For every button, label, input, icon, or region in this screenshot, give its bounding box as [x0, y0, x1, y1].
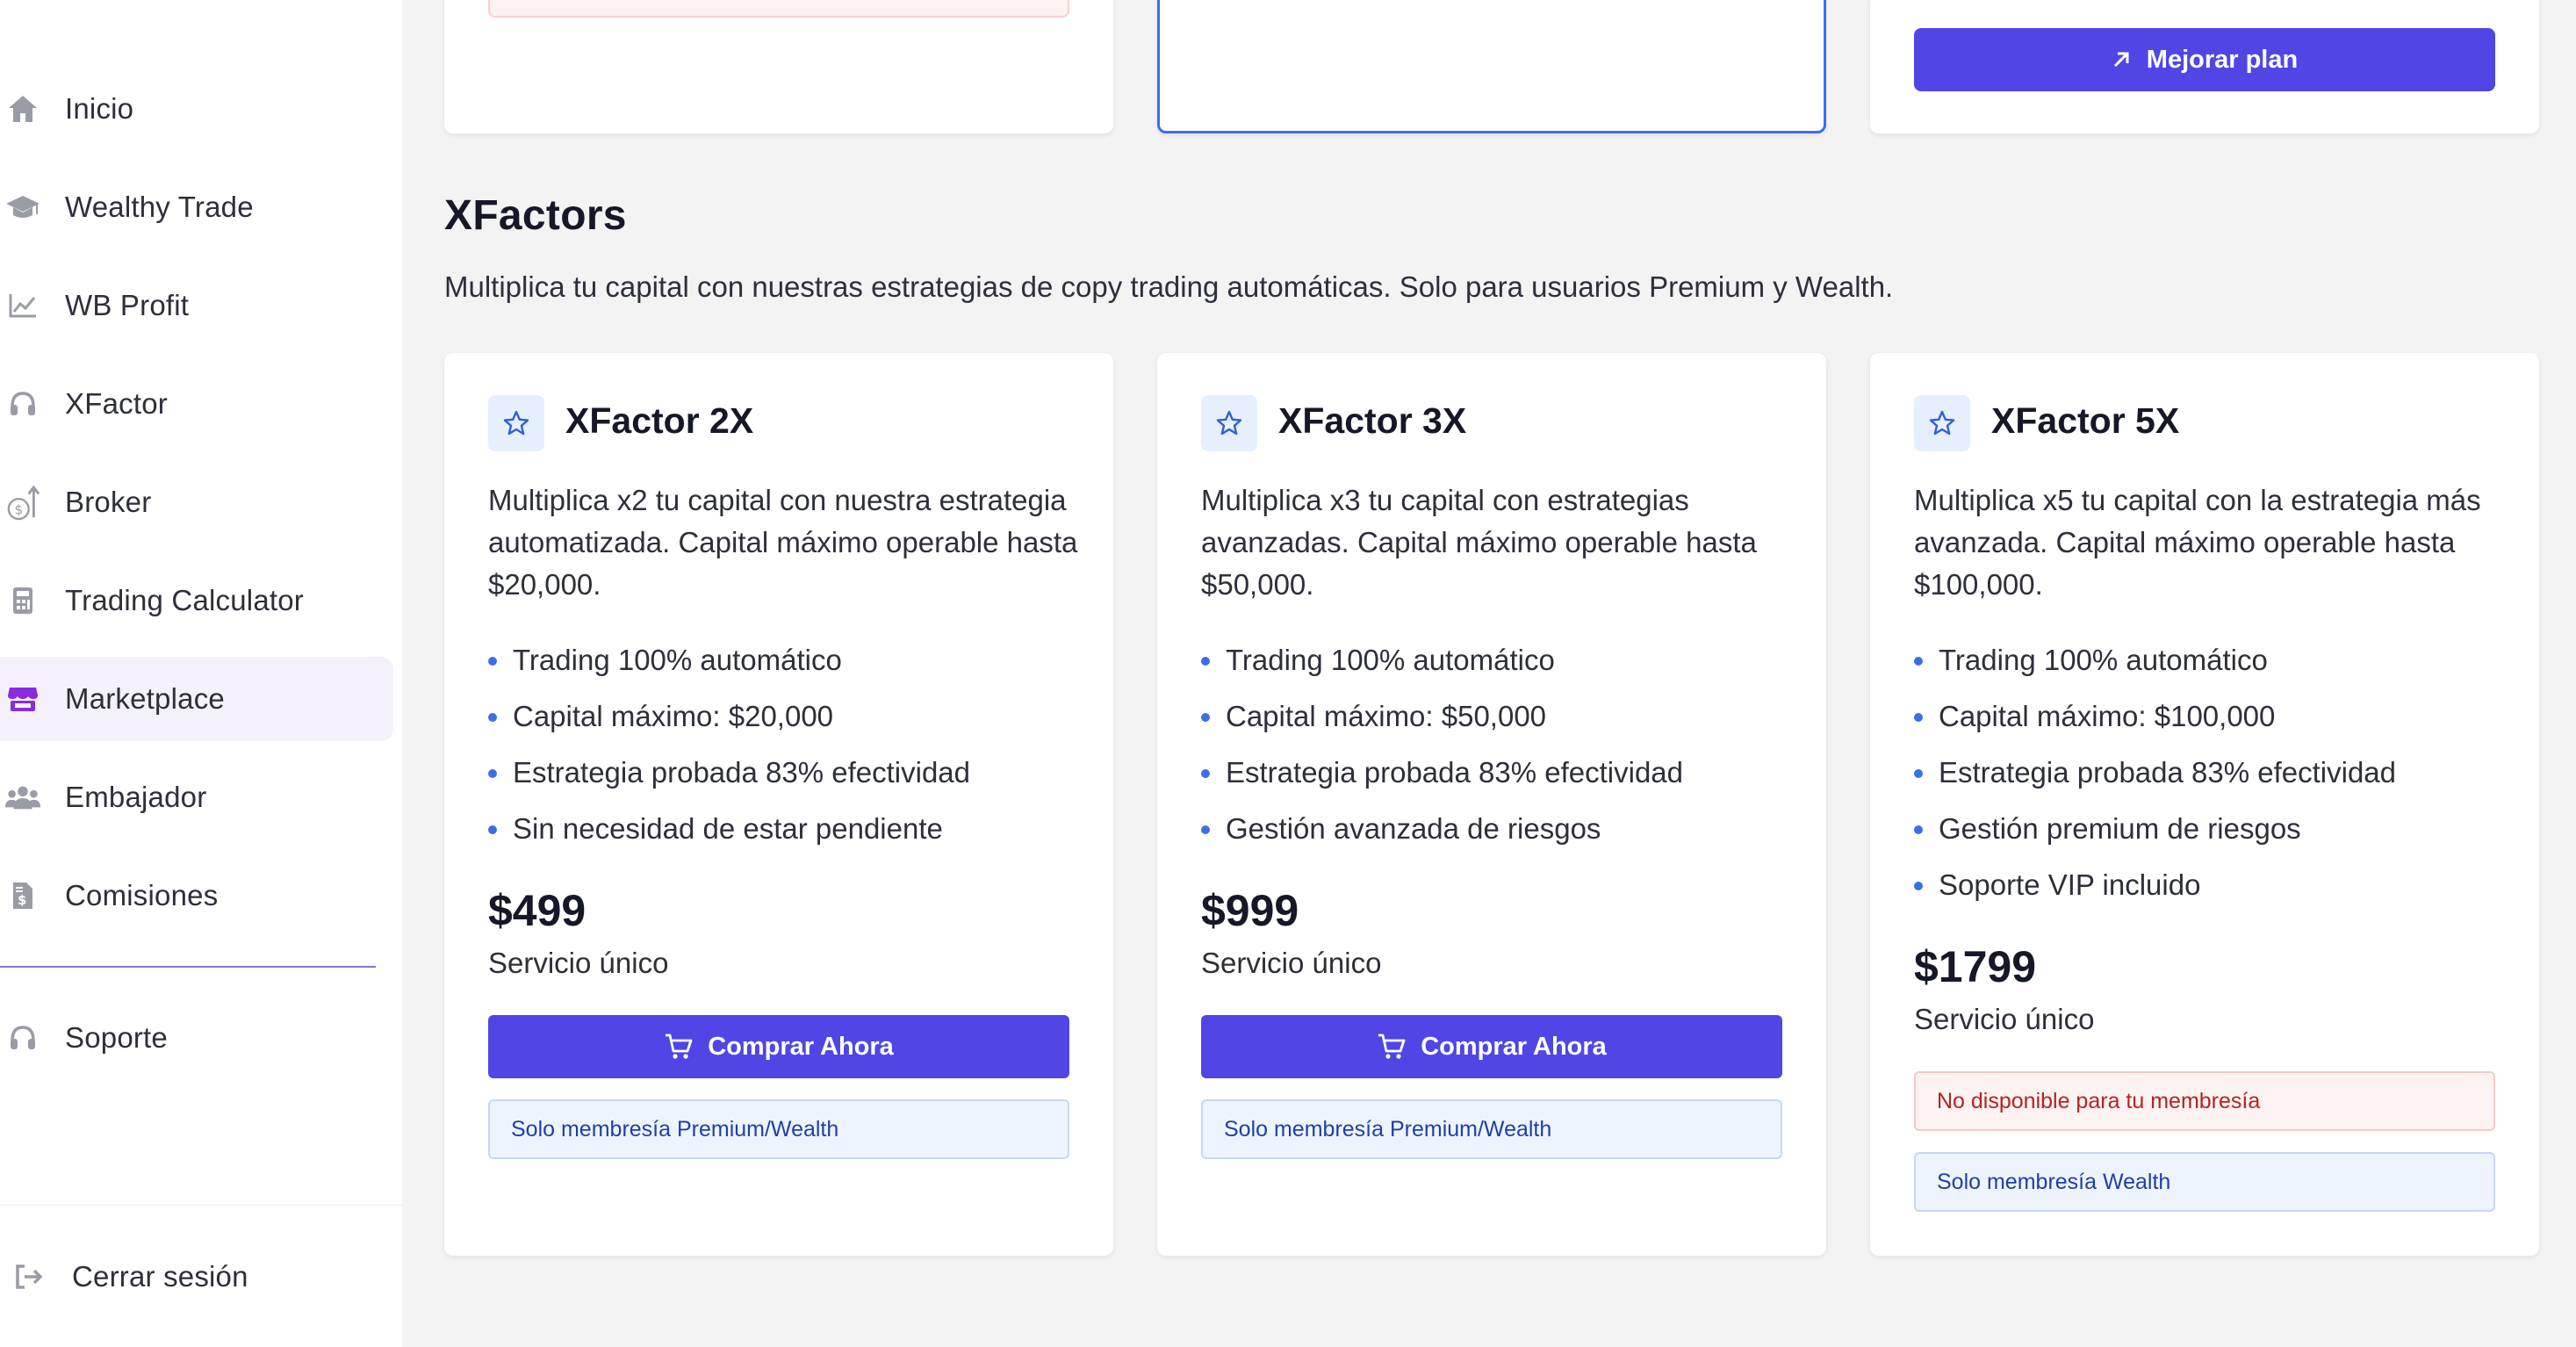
buy-now-label: Comprar Ahora [708, 1032, 894, 1061]
feature-item: Trading 100% automático [488, 632, 970, 688]
sidebar-item-marketplace[interactable]: Marketplace [0, 657, 393, 741]
card-title: XFactor 3X [1278, 400, 1467, 441]
price: $999 [1201, 886, 1299, 935]
product-card-xfactor-2x: XFactor 2X Multiplica x2 tu capital con … [444, 353, 1113, 1256]
sidebar-item-trading-calculator[interactable]: Trading Calculator [0, 558, 393, 643]
sidebar-item-wb-profit[interactable]: WB Profit [0, 263, 393, 348]
feature-item: Gestión premium de riesgos [1914, 801, 2396, 857]
price: $499 [488, 886, 586, 935]
feature-item: Trading 100% automático [1201, 632, 1683, 688]
upgrade-plan-label: Mejorar plan [2146, 45, 2299, 74]
feature-item: Capital máximo: $100,000 [1914, 688, 2396, 745]
upgrade-plan-button[interactable]: Mejorar plan [1914, 28, 2495, 91]
membership-info: Solo membresía Wealth [1914, 1152, 2495, 1212]
sidebar-item-inicio[interactable]: Inicio [0, 67, 393, 151]
main-content: Mejorar plan XFactors Multiplica tu capi… [402, 0, 2576, 1347]
star-icon [488, 395, 544, 451]
feature-item: Sin necesidad de estar pendiente [488, 801, 970, 857]
sidebar-item-label: Comisiones [65, 879, 219, 911]
sidebar-item-label: Marketplace [65, 682, 225, 715]
unavailable-notice: No disponible para tu membresía [1914, 1071, 2495, 1131]
feature-item: Capital máximo: $50,000 [1201, 688, 1683, 745]
buy-now-button[interactable]: Comprar Ahora [488, 1015, 1069, 1078]
buy-now-label: Comprar Ahora [1421, 1032, 1607, 1061]
price: $1799 [1914, 942, 2037, 991]
feature-item: Gestión avanzada de riesgos [1201, 801, 1683, 857]
feature-list: Trading 100% automático Capital máximo: … [488, 632, 970, 857]
arrow-up-right-icon [2113, 52, 2129, 68]
sidebar-item-label: XFactor [65, 387, 168, 420]
card-title: XFactor 2X [565, 400, 754, 441]
sidebar-divider [0, 966, 376, 968]
home-icon [5, 91, 40, 126]
sidebar-item-broker[interactable]: $ Broker [0, 460, 393, 544]
line-chart-icon [5, 288, 40, 323]
svg-text:$: $ [18, 892, 26, 908]
price-note: Servicio único [1914, 1003, 2095, 1035]
feature-item: Soporte VIP incluido [1914, 857, 2396, 913]
feature-item: Estrategia probada 83% efectividad [1914, 745, 2396, 801]
sidebar-item-comisiones[interactable]: $ Comisiones [0, 854, 393, 938]
feature-list: Trading 100% automático Capital máximo: … [1201, 632, 1683, 857]
headset-icon [5, 1020, 40, 1055]
money-growth-icon: $ [5, 485, 40, 521]
buy-now-button[interactable]: Comprar Ahora [1201, 1015, 1782, 1078]
sidebar-item-label: Broker [65, 486, 152, 518]
star-icon [1201, 395, 1257, 451]
headset-icon [5, 386, 40, 421]
sidebar-item-soporte[interactable]: Soporte [0, 996, 393, 1080]
product-card-xfactor-3x: XFactor 3X Multiplica x3 tu capital con … [1157, 353, 1826, 1256]
users-icon [5, 780, 40, 815]
plan-card-partial: Mejorar plan [1870, 0, 2539, 133]
calculator-icon [5, 583, 40, 618]
card-description: Multiplica x3 tu capital con estrategias… [1201, 484, 1757, 601]
svg-text:$: $ [14, 501, 23, 517]
sidebar-bottom-divider [0, 1205, 402, 1206]
sidebar: Inicio Wealthy Trade WB Profit XFactor $… [0, 0, 402, 1347]
plan-card-partial [444, 0, 1113, 133]
invoice-dollar-icon: $ [5, 878, 40, 913]
price-note: Servicio único [488, 947, 669, 979]
membership-info: Solo membresía Premium/Wealth [488, 1099, 1069, 1159]
feature-item: Trading 100% automático [1914, 632, 2396, 688]
sidebar-item-wealthy-trade[interactable]: Wealthy Trade [0, 165, 393, 249]
sidebar-item-label: Wealthy Trade [65, 191, 254, 223]
notice-box-partial [488, 0, 1069, 18]
sidebar-item-label: Inicio [65, 92, 134, 125]
sidebar-item-label: WB Profit [65, 289, 190, 321]
star-icon [1914, 395, 1970, 451]
cart-icon [666, 1034, 693, 1059]
sidebar-item-label: Embajador [65, 781, 207, 813]
membership-info: Solo membresía Premium/Wealth [1201, 1099, 1782, 1159]
sidebar-item-embajador[interactable]: Embajador [0, 755, 393, 839]
section-subtitle: Multiplica tu capital con nuestras estra… [444, 270, 1894, 303]
section-title: XFactors [444, 192, 627, 239]
cart-icon [1378, 1034, 1406, 1059]
card-description: Multiplica x2 tu capital con nuestra est… [488, 484, 1078, 601]
feature-item: Estrategia probada 83% efectividad [488, 745, 970, 801]
price-note: Servicio único [1201, 947, 1382, 979]
store-icon [5, 681, 40, 717]
sidebar-item-label: Trading Calculator [65, 584, 304, 616]
sidebar-item-xfactor[interactable]: XFactor [0, 362, 393, 446]
sign-out-icon [12, 1259, 47, 1294]
sidebar-item-label: Soporte [65, 1021, 168, 1054]
feature-item: Capital máximo: $20,000 [488, 688, 970, 745]
logout-button[interactable]: Cerrar sesión [0, 1235, 393, 1319]
feature-item: Estrategia probada 83% efectividad [1201, 745, 1683, 801]
card-title: XFactor 5X [1991, 400, 2180, 441]
feature-list: Trading 100% automático Capital máximo: … [1914, 632, 2396, 913]
logout-label: Cerrar sesión [72, 1260, 248, 1293]
plan-card-selected-partial [1157, 0, 1826, 133]
graduation-cap-icon [5, 190, 40, 225]
card-description: Multiplica x5 tu capital con la estrateg… [1914, 484, 2481, 601]
product-card-xfactor-5x: XFactor 5X Multiplica x5 tu capital con … [1870, 353, 2539, 1256]
